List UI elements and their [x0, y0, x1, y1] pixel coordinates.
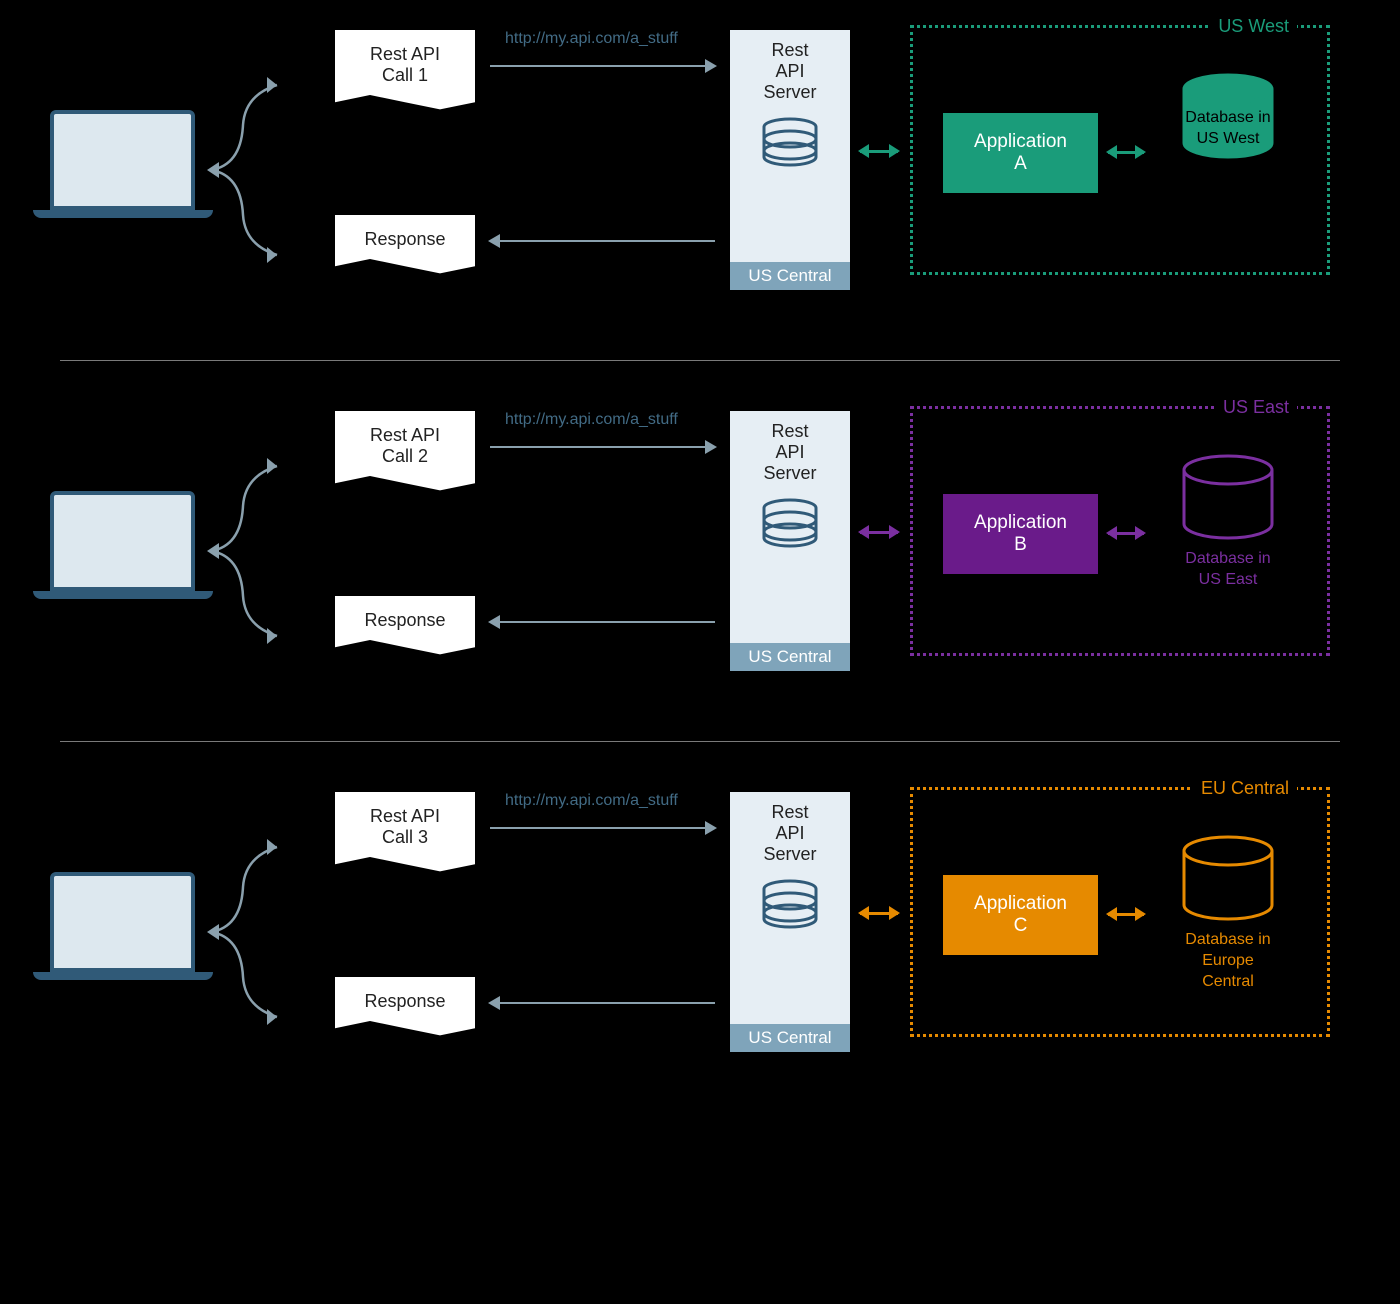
database-cylinder: Database inUS East [1168, 454, 1288, 591]
app-db-arrow [1108, 913, 1144, 916]
db-label-line: US West [1168, 129, 1288, 150]
server-l1: Rest [736, 40, 844, 61]
region-title: US East [1215, 397, 1297, 418]
db-label-line: US East [1168, 570, 1288, 591]
region-box: US West Application A Database inUS West [910, 25, 1330, 275]
app-l2: C [1014, 915, 1028, 937]
server-l3: Server [736, 844, 844, 865]
api-server: Rest API Server US Central [730, 792, 850, 1052]
app-l1: Application [974, 512, 1067, 534]
call-label-l1: Rest API [341, 425, 469, 446]
server-region-arrow [860, 531, 898, 534]
response-doc: Response [335, 977, 475, 1038]
app-db-arrow [1108, 532, 1144, 535]
server-region-arrow [860, 150, 898, 153]
response-arrow [490, 621, 715, 623]
brace-connector [205, 817, 305, 1042]
response-label: Response [341, 229, 469, 250]
api-url: http://my.api.com/a_stuff [505, 30, 678, 48]
server-l3: Server [736, 463, 844, 484]
divider [60, 741, 1340, 742]
server-region: US Central [730, 1024, 850, 1052]
database-icon [736, 879, 844, 940]
call-label-l2: Call 1 [341, 65, 469, 86]
server-region-arrow [860, 912, 898, 915]
region-title: EU Central [1193, 778, 1297, 799]
server-region: US Central [730, 643, 850, 671]
divider [60, 360, 1340, 361]
response-arrow [490, 240, 715, 242]
api-server: Rest API Server US Central [730, 30, 850, 290]
diagram-row: Rest API Call 3 http://my.api.com/a_stuf… [30, 782, 1370, 1082]
database-icon [736, 117, 844, 178]
response-doc: Response [335, 596, 475, 657]
db-label-line: Europe [1168, 951, 1288, 972]
laptop-icon [50, 110, 213, 218]
region-box: US East Application B Database inUS East [910, 406, 1330, 656]
app-l2: A [1014, 153, 1027, 175]
diagram-row: Rest API Call 1 http://my.api.com/a_stuf… [30, 20, 1370, 320]
brace-connector [205, 55, 305, 280]
region-title: US West [1210, 16, 1297, 37]
response-label: Response [341, 610, 469, 631]
server-l3: Server [736, 82, 844, 103]
database-icon [736, 498, 844, 559]
app-l2: B [1014, 534, 1027, 556]
brace-connector [205, 436, 305, 661]
api-server: Rest API Server US Central [730, 411, 850, 671]
database-cylinder: Database inUS West [1168, 73, 1288, 150]
app-db-arrow [1108, 151, 1144, 154]
db-label-line: Central [1168, 972, 1288, 993]
server-l1: Rest [736, 421, 844, 442]
response-arrow [490, 1002, 715, 1004]
database-cylinder: Database inEuropeCentral [1168, 835, 1288, 992]
call-label-l2: Call 2 [341, 446, 469, 467]
server-l2: API [736, 61, 844, 82]
server-region: US Central [730, 262, 850, 290]
response-doc: Response [335, 215, 475, 276]
db-label-line: Database in [1168, 549, 1288, 570]
request-arrow [490, 827, 715, 829]
app-l1: Application [974, 131, 1067, 153]
api-call-doc: Rest API Call 2 [335, 411, 475, 493]
application-box: Application A [943, 113, 1098, 193]
laptop-icon [50, 872, 213, 980]
call-label-l1: Rest API [341, 806, 469, 827]
application-box: Application C [943, 875, 1098, 955]
api-call-doc: Rest API Call 3 [335, 792, 475, 874]
api-url: http://my.api.com/a_stuff [505, 411, 678, 429]
response-label: Response [341, 991, 469, 1012]
request-arrow [490, 446, 715, 448]
laptop-icon [50, 491, 213, 599]
server-l1: Rest [736, 802, 844, 823]
diagram-row: Rest API Call 2 http://my.api.com/a_stuf… [30, 401, 1370, 701]
api-call-doc: Rest API Call 1 [335, 30, 475, 112]
request-arrow [490, 65, 715, 67]
call-label-l1: Rest API [341, 44, 469, 65]
call-label-l2: Call 3 [341, 827, 469, 848]
application-box: Application B [943, 494, 1098, 574]
db-label-line: Database in [1168, 930, 1288, 951]
db-label-line: Database in [1168, 108, 1288, 129]
app-l1: Application [974, 893, 1067, 915]
api-url: http://my.api.com/a_stuff [505, 792, 678, 810]
server-l2: API [736, 823, 844, 844]
server-l2: API [736, 442, 844, 463]
region-box: EU Central Application C Database inEuro… [910, 787, 1330, 1037]
